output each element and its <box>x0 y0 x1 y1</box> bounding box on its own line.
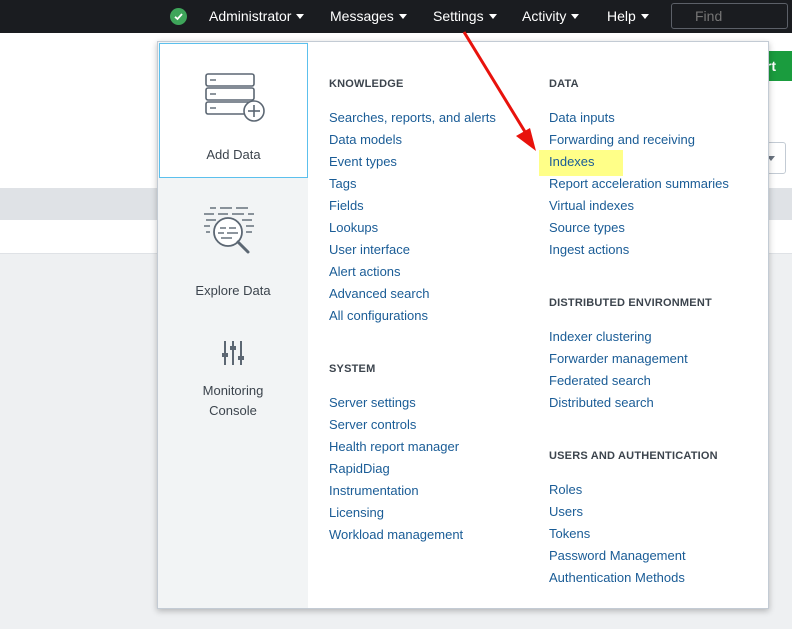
caret-down-icon <box>398 13 407 19</box>
menu-link-forwarding-and-receiving[interactable]: Forwarding and receiving <box>549 132 695 148</box>
nav-administrator-label: Administrator <box>209 8 292 24</box>
settings-dropdown-menu: Add Data Explore Data Monitoring Console… <box>157 41 769 609</box>
find-input[interactable] <box>671 3 788 29</box>
menu-link-password-management[interactable]: Password Management <box>549 548 686 564</box>
users-authentication-heading: USERS AND AUTHENTICATION <box>549 450 718 462</box>
menu-link-lookups[interactable]: Lookups <box>329 220 378 236</box>
nav-messages[interactable]: Messages <box>330 0 407 33</box>
menu-link-ingest-actions[interactable]: Ingest actions <box>549 242 629 258</box>
caret-down-icon <box>488 13 497 19</box>
menu-link-source-types[interactable]: Source types <box>549 220 625 236</box>
top-navigation-bar: Administrator Messages Settings Activity… <box>0 0 792 33</box>
menu-link-roles[interactable]: Roles <box>549 482 582 498</box>
menu-link-server-settings[interactable]: Server settings <box>329 395 416 411</box>
menu-link-indexes[interactable]: Indexes <box>549 154 595 170</box>
nav-help-label: Help <box>607 8 636 24</box>
menu-link-all-configurations[interactable]: All configurations <box>329 308 428 324</box>
monitoring-console-tile[interactable]: Monitoring Console <box>158 337 308 427</box>
menu-link-alert-actions[interactable]: Alert actions <box>329 264 401 280</box>
add-data-icon <box>205 73 265 122</box>
menu-link-rapiddiag[interactable]: RapidDiag <box>329 461 390 477</box>
menu-link-server-controls[interactable]: Server controls <box>329 417 416 433</box>
menu-link-forwarder-management[interactable]: Forwarder management <box>549 351 688 367</box>
caret-down-icon <box>296 13 305 19</box>
menu-link-distributed-search[interactable]: Distributed search <box>549 395 654 411</box>
nav-help[interactable]: Help <box>607 0 649 33</box>
menu-link-user-interface[interactable]: User interface <box>329 242 410 258</box>
menu-link-users[interactable]: Users <box>549 504 583 520</box>
menu-link-event-types[interactable]: Event types <box>329 154 397 170</box>
menu-link-federated-search[interactable]: Federated search <box>549 373 651 389</box>
menu-link-fields[interactable]: Fields <box>329 198 364 214</box>
caret-down-icon <box>640 13 649 19</box>
menu-link-health-report-manager[interactable]: Health report manager <box>329 439 459 455</box>
monitoring-console-text: Monitoring Console <box>202 383 264 418</box>
menu-link-tokens[interactable]: Tokens <box>549 526 590 542</box>
add-data-label: Add Data <box>206 147 261 162</box>
menu-link-indexer-clustering[interactable]: Indexer clustering <box>549 329 652 345</box>
distributed-environment-heading: DISTRIBUTED ENVIRONMENT <box>549 297 712 309</box>
monitoring-console-label: Monitoring Console <box>158 381 308 421</box>
menu-link-instrumentation[interactable]: Instrumentation <box>329 483 419 499</box>
menu-link-data-inputs[interactable]: Data inputs <box>549 110 615 126</box>
system-heading: SYSTEM <box>329 363 376 375</box>
menu-link-searches-reports-and-alerts[interactable]: Searches, reports, and alerts <box>329 110 496 126</box>
menu-link-data-models[interactable]: Data models <box>329 132 402 148</box>
menu-tiles-panel: Add Data Explore Data Monitoring Console <box>158 42 308 608</box>
nav-administrator[interactable]: Administrator <box>209 0 305 33</box>
sliders-icon <box>222 341 244 365</box>
explore-data-tile[interactable]: Explore Data <box>158 202 308 322</box>
add-data-tile[interactable]: Add Data <box>159 43 308 178</box>
menu-link-workload-management[interactable]: Workload management <box>329 527 463 543</box>
explore-data-icon <box>204 207 254 254</box>
nav-activity-label: Activity <box>522 8 567 24</box>
knowledge-heading: KNOWLEDGE <box>329 78 404 90</box>
explore-data-label: Explore Data <box>195 283 271 298</box>
data-heading: DATA <box>549 78 579 90</box>
menu-link-report-acceleration-summaries[interactable]: Report acceleration summaries <box>549 176 729 192</box>
nav-activity[interactable]: Activity <box>522 0 580 33</box>
nav-settings[interactable]: Settings <box>433 0 497 33</box>
menu-link-licensing[interactable]: Licensing <box>329 505 384 521</box>
menu-link-advanced-search[interactable]: Advanced search <box>329 286 429 302</box>
nav-messages-label: Messages <box>330 8 394 24</box>
nav-settings-label: Settings <box>433 8 484 24</box>
menu-link-tags[interactable]: Tags <box>329 176 356 192</box>
menu-link-virtual-indexes[interactable]: Virtual indexes <box>549 198 634 214</box>
caret-down-icon <box>571 13 580 19</box>
health-status-icon[interactable] <box>170 8 187 25</box>
menu-link-authentication-methods[interactable]: Authentication Methods <box>549 570 685 586</box>
